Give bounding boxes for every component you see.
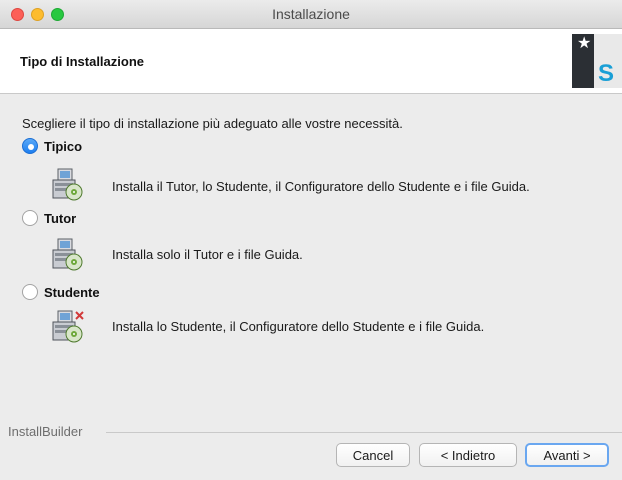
radio-tipico[interactable] bbox=[22, 138, 38, 154]
radio-tutor[interactable] bbox=[22, 210, 38, 226]
installer-package-icon bbox=[52, 310, 84, 343]
option-description: Installa solo il Tutor e i file Guida. bbox=[112, 247, 303, 262]
next-button[interactable]: Avanti > bbox=[525, 443, 609, 467]
radio-studente[interactable] bbox=[22, 284, 38, 300]
title-bar[interactable]: Installazione bbox=[0, 0, 622, 29]
option-tipico[interactable]: Tipico bbox=[22, 137, 82, 155]
wizard-content: Scegliere il tipo di installazione più a… bbox=[0, 94, 622, 480]
wizard-header: Tipo di Installazione ★ S bbox=[0, 30, 622, 92]
star-icon: ★ bbox=[577, 35, 592, 52]
installer-package-icon bbox=[52, 238, 83, 271]
option-tutor[interactable]: Tutor bbox=[22, 209, 76, 227]
option-label: Tutor bbox=[44, 210, 77, 226]
option-label: Studente bbox=[44, 284, 100, 300]
logo-letter-icon: S bbox=[598, 60, 615, 87]
option-label: Tipico bbox=[44, 138, 83, 154]
page-title: Tipo di Installazione bbox=[20, 54, 144, 69]
installbuilder-brand: InstallBuilder bbox=[8, 424, 83, 439]
installer-package-icon bbox=[52, 168, 83, 201]
footer-divider bbox=[106, 432, 622, 433]
option-studente[interactable]: Studente bbox=[22, 283, 100, 301]
installer-logo: ★ S bbox=[572, 34, 622, 88]
cancel-button[interactable]: Cancel bbox=[336, 443, 410, 467]
back-button[interactable]: < Indietro bbox=[419, 443, 517, 467]
option-description: Installa lo Studente, il Configuratore d… bbox=[112, 319, 485, 334]
window-title: Installazione bbox=[272, 6, 350, 22]
intro-text: Scegliere il tipo di installazione più a… bbox=[22, 116, 403, 131]
option-description: Installa il Tutor, lo Studente, il Confi… bbox=[112, 179, 530, 194]
